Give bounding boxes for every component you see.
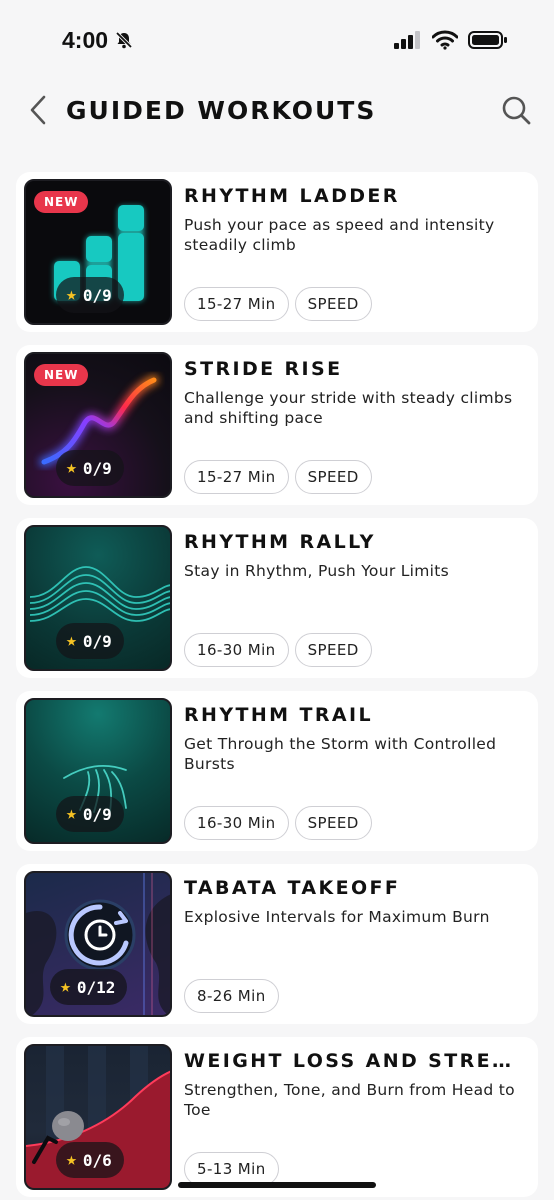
workout-card[interactable]: ★ 0/9 RHYTHM RALLY Stay in Rhythm, Push … bbox=[16, 518, 538, 678]
duration-tag: 15-27 Min bbox=[184, 287, 289, 321]
duration-tag: 8-26 Min bbox=[184, 979, 279, 1013]
workout-card[interactable]: NEW ★ 0/9 RHYTHM LADDER Push your pace a… bbox=[16, 172, 538, 332]
workout-tags: 16-30 Min SPEED bbox=[184, 633, 372, 667]
progress-pill: ★ 0/9 bbox=[56, 277, 124, 313]
workout-thumbnail: ★ 0/12 bbox=[24, 871, 172, 1017]
workout-info: WEIGHT LOSS AND STRENGTH Strengthen, Ton… bbox=[184, 1044, 530, 1190]
header: GUIDED WORKOUTS bbox=[0, 80, 554, 140]
star-icon: ★ bbox=[66, 1149, 77, 1170]
new-badge: NEW bbox=[34, 364, 89, 386]
star-icon: ★ bbox=[60, 976, 71, 997]
workout-description: Push your pace as speed and intensity st… bbox=[184, 216, 495, 254]
clock-text: 4:00 bbox=[62, 26, 109, 53]
workout-description: Explosive Intervals for Maximum Burn bbox=[184, 908, 490, 926]
duration-tag: 16-30 Min bbox=[184, 633, 289, 667]
workout-tags: 8-26 Min bbox=[184, 979, 279, 1013]
workout-tags: 16-30 Min SPEED bbox=[184, 806, 372, 840]
workout-thumbnail: ★ 0/6 bbox=[24, 1044, 172, 1190]
battery-icon bbox=[468, 31, 507, 49]
progress-text: 0/9 bbox=[82, 285, 112, 305]
progress-pill: ★ 0/9 bbox=[56, 796, 124, 832]
wifi-icon bbox=[432, 30, 458, 50]
workout-info: RHYTHM RALLY Stay in Rhythm, Push Your L… bbox=[184, 525, 530, 671]
search-icon bbox=[502, 96, 531, 125]
workout-card[interactable]: NEW ★ 0/9 STRIDE RISE Challenge your str… bbox=[16, 345, 538, 505]
workout-title: RHYTHM LADDER bbox=[184, 185, 400, 207]
workout-thumbnail: ★ 0/9 bbox=[24, 525, 172, 671]
workout-list: NEW ★ 0/9 RHYTHM LADDER Push your pace a… bbox=[16, 172, 538, 1200]
progress-text: 0/12 bbox=[76, 977, 116, 997]
star-icon: ★ bbox=[66, 284, 77, 305]
workout-description: Get Through the Storm with Controlled Bu… bbox=[184, 735, 497, 773]
page-title: GUIDED WORKOUTS bbox=[66, 95, 377, 125]
status-bar: 4:00 bbox=[0, 0, 554, 80]
star-icon: ★ bbox=[66, 630, 77, 651]
workout-title: RHYTHM TRAIL bbox=[184, 704, 373, 726]
duration-tag: 15-27 Min bbox=[184, 460, 289, 494]
workout-title: TABATA TAKEOFF bbox=[184, 877, 401, 899]
workout-description: Stay in Rhythm, Push Your Limits bbox=[184, 562, 450, 580]
workout-thumbnail: ★ 0/9 bbox=[24, 698, 172, 844]
workout-title: WEIGHT LOSS AND STRENGTH bbox=[184, 1050, 524, 1072]
cellular-signal-icon bbox=[394, 31, 420, 49]
workout-card[interactable]: ★ 0/9 RHYTHM TRAIL Get Through the Storm… bbox=[16, 691, 538, 851]
workout-description: Challenge your stride with steady climbs… bbox=[184, 389, 513, 427]
category-tag: SPEED bbox=[294, 806, 372, 840]
progress-pill: ★ 0/6 bbox=[56, 1142, 124, 1178]
progress-pill: ★ 0/9 bbox=[56, 623, 124, 659]
workout-thumbnail: NEW ★ 0/9 bbox=[24, 352, 172, 498]
workout-tags: 15-27 Min SPEED bbox=[184, 287, 372, 321]
workout-info: STRIDE RISE Challenge your stride with s… bbox=[184, 352, 530, 498]
category-tag: SPEED bbox=[294, 460, 372, 494]
workout-card[interactable]: ★ 0/6 WEIGHT LOSS AND STRENGTH Strengthe… bbox=[16, 1037, 538, 1197]
workout-tags: 15-27 Min SPEED bbox=[184, 460, 372, 494]
search-button[interactable] bbox=[498, 92, 534, 128]
workout-info: TABATA TAKEOFF Explosive Intervals for M… bbox=[184, 871, 530, 1017]
duration-tag: 5-13 Min bbox=[184, 1152, 279, 1186]
workout-description: Strengthen, Tone, and Burn from Head to … bbox=[184, 1081, 515, 1119]
chevron-left-icon bbox=[30, 95, 46, 125]
progress-pill: ★ 0/9 bbox=[56, 450, 124, 486]
workout-title: RHYTHM RALLY bbox=[184, 531, 376, 553]
workout-tags: 5-13 Min bbox=[184, 1152, 279, 1186]
progress-text: 0/9 bbox=[82, 631, 112, 651]
category-tag: SPEED bbox=[294, 287, 372, 321]
progress-pill: ★ 0/12 bbox=[50, 969, 128, 1005]
bell-muted-icon bbox=[115, 31, 133, 49]
star-icon: ★ bbox=[66, 457, 77, 478]
workout-info: RHYTHM LADDER Push your pace as speed an… bbox=[184, 179, 530, 325]
workout-thumbnail: NEW ★ 0/9 bbox=[24, 179, 172, 325]
progress-text: 0/6 bbox=[82, 1150, 112, 1170]
workout-info: RHYTHM TRAIL Get Through the Storm with … bbox=[184, 698, 530, 844]
progress-text: 0/9 bbox=[82, 458, 112, 478]
duration-tag: 16-30 Min bbox=[184, 806, 289, 840]
star-icon: ★ bbox=[66, 803, 77, 824]
workout-card[interactable]: ★ 0/12 TABATA TAKEOFF Explosive Interval… bbox=[16, 864, 538, 1024]
workout-title: STRIDE RISE bbox=[184, 358, 343, 380]
category-tag: SPEED bbox=[294, 633, 372, 667]
back-button[interactable] bbox=[24, 90, 52, 130]
home-indicator bbox=[178, 1182, 376, 1188]
new-badge: NEW bbox=[34, 191, 89, 213]
status-time: 4:00 bbox=[62, 27, 134, 54]
progress-text: 0/9 bbox=[82, 804, 112, 824]
